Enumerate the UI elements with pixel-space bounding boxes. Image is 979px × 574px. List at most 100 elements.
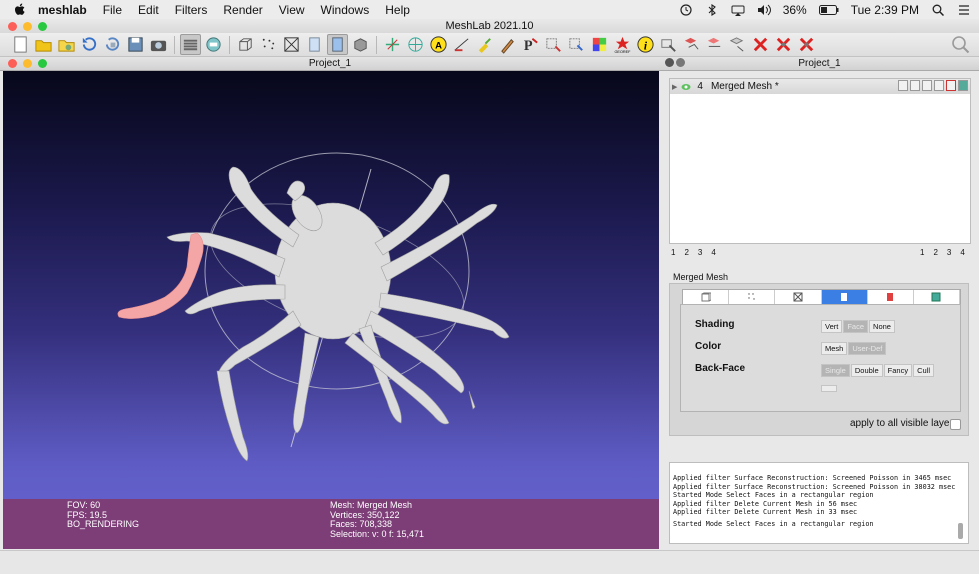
snapshot-icon[interactable] xyxy=(148,34,169,55)
viewer-minimize-button[interactable] xyxy=(23,59,32,68)
page-2[interactable]: 2 xyxy=(933,248,937,257)
georef-icon[interactable]: GEOREF xyxy=(612,34,633,55)
visibility-eye-icon[interactable] xyxy=(681,83,691,91)
layer-texture-icon[interactable] xyxy=(946,80,956,91)
panel-float-icon[interactable] xyxy=(676,58,685,67)
menu-view[interactable]: View xyxy=(279,3,305,17)
backface-cull-button[interactable]: Cull xyxy=(913,364,934,377)
page-4[interactable]: 4 xyxy=(711,248,715,257)
color-mesh-button[interactable]: Mesh xyxy=(821,342,848,355)
page-3[interactable]: 3 xyxy=(947,248,951,257)
axes-icon[interactable] xyxy=(382,34,403,55)
page-3[interactable]: 3 xyxy=(698,248,702,257)
annotation-icon[interactable]: A xyxy=(428,34,449,55)
new-project-icon[interactable] xyxy=(10,34,31,55)
page-4[interactable]: 4 xyxy=(960,248,964,257)
menu-file[interactable]: File xyxy=(103,3,122,17)
menu-edit[interactable]: Edit xyxy=(138,3,159,17)
save-icon[interactable] xyxy=(125,34,146,55)
shading-none-button[interactable]: None xyxy=(869,320,895,333)
select-connected-icon[interactable] xyxy=(658,34,679,55)
wireframe-icon[interactable] xyxy=(281,34,302,55)
delete-vertices-icon[interactable] xyxy=(750,34,771,55)
backface-double-button[interactable]: Double xyxy=(850,364,883,377)
backface-single-button[interactable]: Single xyxy=(821,364,850,377)
3d-viewport[interactable]: FOV: 60 FPS: 19.5 BO_RENDERING Mesh: Mer… xyxy=(3,71,659,549)
raster-icon[interactable] xyxy=(203,34,224,55)
tab-fill[interactable] xyxy=(821,290,868,304)
spotlight-search-icon[interactable] xyxy=(931,4,945,16)
toolbar-search-icon[interactable] xyxy=(951,35,971,55)
move-icon[interactable] xyxy=(727,34,748,55)
layer-points-icon[interactable] xyxy=(910,80,920,91)
select-vertices-icon[interactable] xyxy=(543,34,564,55)
panel-close-icon[interactable] xyxy=(665,58,674,67)
layer-bbox-icon[interactable] xyxy=(898,80,908,91)
page-1[interactable]: 1 xyxy=(671,248,675,257)
bluetooth-icon[interactable] xyxy=(705,3,719,16)
delete-all-icon[interactable] xyxy=(796,34,817,55)
viewer-close-button[interactable] xyxy=(8,59,17,68)
color-userdef-button[interactable]: User-Def xyxy=(848,342,887,355)
info-icon[interactable]: i xyxy=(635,34,656,55)
page-1[interactable]: 1 xyxy=(920,248,924,257)
volume-icon[interactable] xyxy=(757,4,771,16)
menu-filters[interactable]: Filters xyxy=(175,3,208,17)
smooth-icon[interactable] xyxy=(327,34,348,55)
bbox-icon[interactable] xyxy=(235,34,256,55)
page-2[interactable]: 2 xyxy=(684,248,688,257)
time-machine-icon[interactable] xyxy=(679,3,693,16)
layer-row[interactable]: ▶ 4 Merged Mesh * xyxy=(670,79,970,94)
delete-faces-icon[interactable] xyxy=(773,34,794,55)
menu-render[interactable]: Render xyxy=(223,3,262,17)
close-window-button[interactable] xyxy=(8,22,17,31)
flat-icon[interactable] xyxy=(304,34,325,55)
layer-name[interactable]: Merged Mesh * xyxy=(711,81,779,92)
pencil-icon[interactable] xyxy=(497,34,518,55)
measure-icon[interactable] xyxy=(451,34,472,55)
reload-icon[interactable] xyxy=(79,34,100,55)
zoom-window-button[interactable] xyxy=(38,22,47,31)
pickpoint-icon[interactable]: P xyxy=(520,34,541,55)
battery-icon[interactable] xyxy=(818,4,839,16)
color-picker-icon[interactable] xyxy=(589,34,610,55)
svg-text:A: A xyxy=(435,40,442,51)
open-project-icon[interactable] xyxy=(33,34,54,55)
tab-bbox[interactable] xyxy=(683,290,730,304)
layer-fill-icon[interactable] xyxy=(934,80,944,91)
cube-view-icon[interactable] xyxy=(350,34,371,55)
reload-all-icon[interactable] xyxy=(102,34,123,55)
clock[interactable]: Tue 2:39 PM xyxy=(851,3,919,17)
manipulator-icon[interactable] xyxy=(704,34,725,55)
open-mesh-icon[interactable] xyxy=(56,34,77,55)
control-center-icon[interactable] xyxy=(957,4,971,16)
paint-brush-icon[interactable] xyxy=(474,34,495,55)
points-icon[interactable] xyxy=(258,34,279,55)
viewer-zoom-button[interactable] xyxy=(38,59,47,68)
airplay-icon[interactable] xyxy=(731,4,745,16)
layer-extra-icon[interactable] xyxy=(958,80,968,91)
layers-icon[interactable] xyxy=(180,34,201,55)
tab-points[interactable] xyxy=(729,290,776,304)
tab-texture[interactable] xyxy=(868,290,914,304)
tab-wireframe[interactable] xyxy=(775,290,822,304)
extra-toggle-button[interactable] xyxy=(821,385,837,392)
menu-help[interactable]: Help xyxy=(385,3,410,17)
menu-windows[interactable]: Windows xyxy=(321,3,370,17)
log-line: Applied filter Surface Reconstruction: S… xyxy=(673,474,952,482)
shading-vert-button[interactable]: Vert xyxy=(821,320,843,333)
select-faces-icon[interactable] xyxy=(566,34,587,55)
shading-face-button[interactable]: Face xyxy=(843,320,869,333)
app-menu[interactable]: meshlab xyxy=(38,3,87,17)
apple-icon[interactable] xyxy=(14,3,28,16)
align-icon[interactable] xyxy=(681,34,702,55)
apply-all-layers-checkbox[interactable] xyxy=(950,419,961,430)
tab-extra[interactable] xyxy=(914,290,961,304)
layer-wire-icon[interactable] xyxy=(922,80,932,91)
expand-arrow-icon[interactable]: ▶ xyxy=(672,83,677,91)
backface-fancy-button[interactable]: Fancy xyxy=(883,364,913,377)
log-window[interactable]: Applied filter Surface Reconstruction: S… xyxy=(669,462,969,544)
log-scrollbar[interactable] xyxy=(958,523,963,539)
minimize-window-button[interactable] xyxy=(23,22,32,31)
sphere-icon[interactable] xyxy=(405,34,426,55)
